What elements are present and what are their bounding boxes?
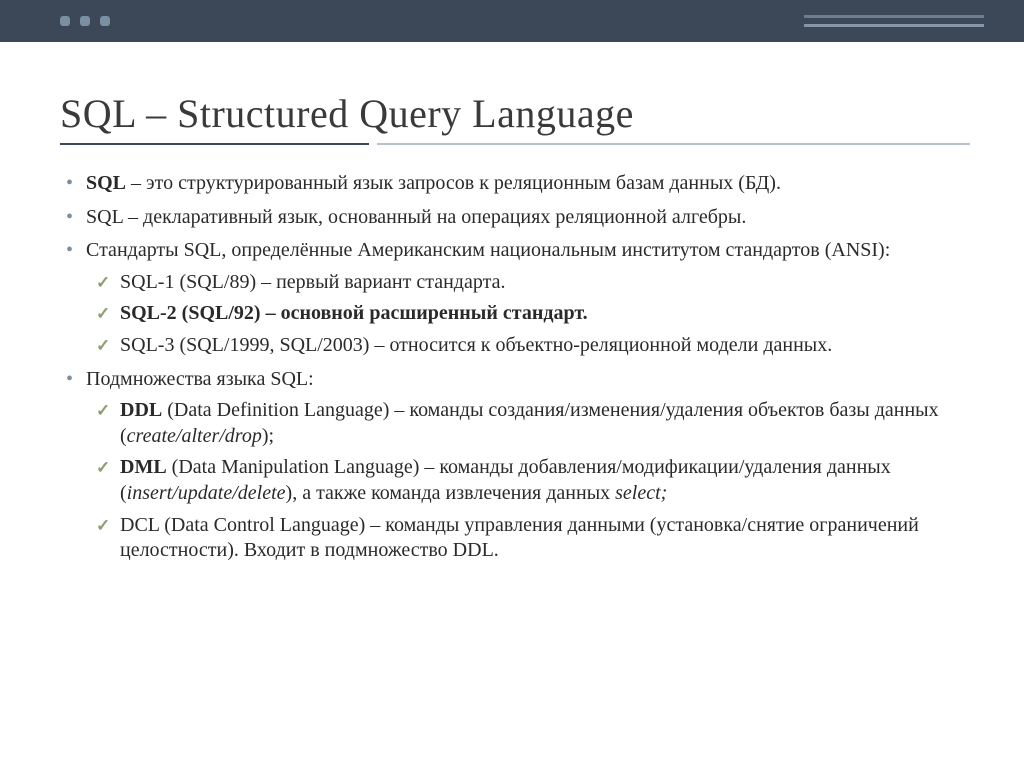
sub-bullet-text: DCL (Data Control Language) – команды уп…: [120, 514, 919, 562]
sub-bullet-item: SQL-3 (SQL/1999, SQL/2003) – относится к…: [86, 333, 970, 359]
slide-title: SQL – Structured Query Language: [60, 90, 970, 137]
sub-bullet-item: DML (Data Manipulation Language) – коман…: [86, 455, 970, 506]
sub-bullet-text: SQL-3 (SQL/1999, SQL/2003) – относится к…: [120, 334, 832, 356]
sub-bullet-text: DML (Data Manipulation Language) – коман…: [120, 456, 891, 504]
bullet-list: SQL – это структурированный язык запросо…: [60, 171, 970, 564]
decorative-lines: [804, 15, 984, 27]
sub-bullet-text: SQL-1 (SQL/89) – первый вариант стандарт…: [120, 271, 505, 293]
sub-bullet-list: DDL (Data Definition Language) – команды…: [86, 398, 970, 564]
sub-bullet-list: SQL-1 (SQL/89) – первый вариант стандарт…: [86, 270, 970, 359]
bullet-item: Подмножества языка SQL: DDL (Data Definit…: [60, 367, 970, 564]
bullet-item: SQL – это структурированный язык запросо…: [60, 171, 970, 197]
decorative-dots: [60, 16, 110, 26]
slide-content: SQL – Structured Query Language SQL – эт…: [0, 42, 1024, 746]
sub-bullet-item: SQL-2 (SQL/92) – основной расширенный ст…: [86, 301, 970, 327]
bullet-item: Стандарты SQL, определённые Американским…: [60, 238, 970, 358]
slide-footer-spacer: [0, 746, 1024, 768]
sub-bullet-text: DDL (Data Definition Language) – команды…: [120, 399, 939, 447]
title-underline: [60, 143, 970, 145]
sub-bullet-item: DDL (Data Definition Language) – команды…: [86, 398, 970, 449]
sub-bullet-item: DCL (Data Control Language) – команды уп…: [86, 513, 970, 564]
bullet-item: SQL – декларативный язык, основанный на …: [60, 205, 970, 231]
decorative-top-bar: [0, 0, 1024, 42]
sub-bullet-text: SQL-2 (SQL/92) – основной расширенный ст…: [120, 302, 588, 324]
bullet-text: Стандарты SQL, определённые Американским…: [86, 239, 890, 261]
bullet-text: Подмножества языка SQL:: [86, 368, 314, 390]
bullet-text: SQL – это структурированный язык запросо…: [86, 172, 781, 194]
sub-bullet-item: SQL-1 (SQL/89) – первый вариант стандарт…: [86, 270, 970, 296]
slide: SQL – Structured Query Language SQL – эт…: [0, 0, 1024, 768]
bullet-text: SQL – декларативный язык, основанный на …: [86, 206, 746, 228]
